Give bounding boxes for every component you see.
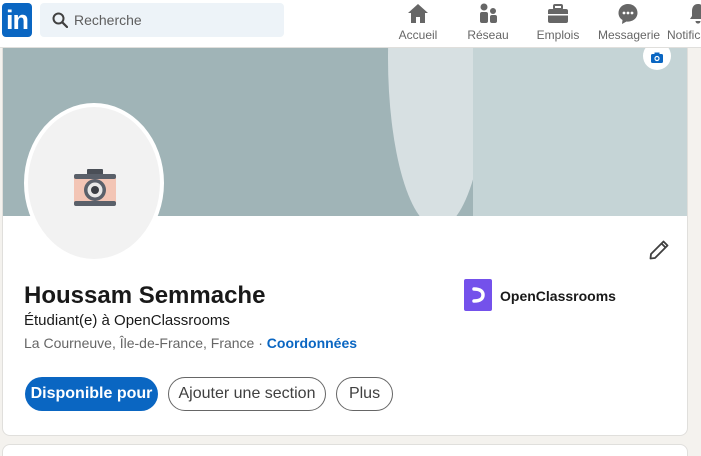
more-button[interactable]: Plus (336, 377, 393, 411)
nav-messaging-label: Messagerie (598, 28, 661, 42)
search-input[interactable] (74, 3, 274, 37)
nav-home-label: Accueil (398, 28, 438, 42)
top-navigation: in Accueil Réseau Emplois (0, 0, 701, 48)
nav-jobs-label: Emplois (536, 28, 580, 42)
edit-profile-icon[interactable] (647, 238, 671, 262)
nav-notifications-label: Notifications (667, 28, 701, 42)
open-to-button[interactable]: Disponible pour (25, 377, 158, 411)
nav-network-label: Réseau (467, 28, 509, 42)
bell-icon (690, 4, 701, 24)
openclassrooms-logo (464, 279, 492, 311)
nav-messaging[interactable]: Messagerie (598, 0, 661, 48)
nav-jobs[interactable]: Emplois (536, 0, 580, 48)
camera-placeholder-icon (74, 169, 116, 206)
messaging-icon (618, 4, 638, 24)
home-icon (408, 4, 428, 23)
location-separator: · (254, 335, 267, 351)
nav-network[interactable]: Réseau (466, 0, 510, 48)
profile-headline: Étudiant(e) à OpenClassrooms (24, 312, 230, 329)
banner-decoration-panel (473, 48, 687, 216)
profile-name: Houssam Semmache (24, 282, 266, 309)
company-logo-icon (472, 287, 485, 303)
profile-card: Houssam Semmache Étudiant(e) à OpenClass… (2, 48, 688, 436)
nav-home[interactable]: Accueil (398, 0, 438, 48)
briefcase-icon (548, 4, 568, 23)
camera-icon (651, 52, 663, 63)
next-section-card (2, 444, 688, 456)
search-icon (52, 12, 68, 28)
profile-location-line: La Courneuve, Île-de-France, France · Co… (24, 335, 357, 351)
linkedin-logo[interactable]: in (2, 3, 32, 37)
add-section-button[interactable]: Ajouter une section (168, 377, 326, 411)
profile-photo[interactable] (24, 103, 164, 263)
search-bar[interactable] (40, 3, 284, 37)
nav-notifications[interactable]: Notifications (664, 0, 701, 48)
network-icon (480, 3, 497, 23)
contact-info-link[interactable]: Coordonnées (267, 335, 357, 351)
company-name: OpenClassrooms (500, 288, 616, 304)
profile-location: La Courneuve, Île-de-France, France (24, 335, 255, 351)
